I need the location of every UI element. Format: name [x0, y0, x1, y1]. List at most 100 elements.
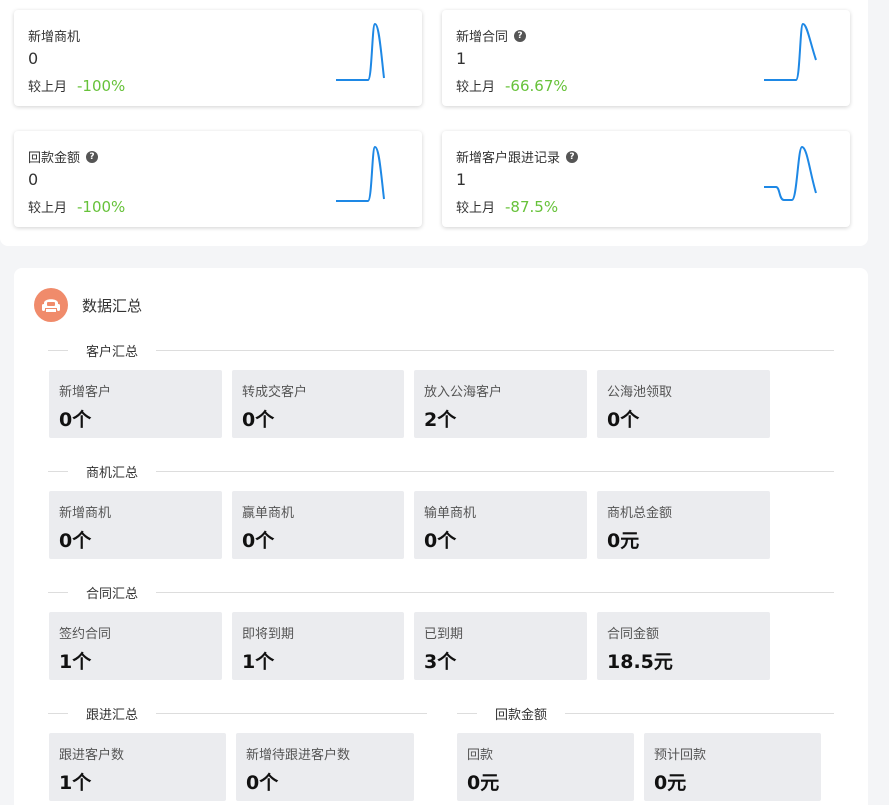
help-icon[interactable]: ? [514, 29, 527, 42]
chair-icon [42, 299, 60, 312]
stat-lost-opportunity[interactable]: 输单商机 0个 [414, 491, 587, 559]
stat-new-pending-followup[interactable]: 新增待跟进客户数 0个 [236, 733, 414, 801]
stat-value: 0个 [607, 409, 640, 431]
stat-label: 新增商机 [59, 506, 112, 521]
kpi-change: -100% [77, 198, 126, 216]
section-divider-followup: 跟进汇总 [48, 703, 427, 723]
kpi-value: 0 [28, 49, 39, 68]
stat-label: 新增待跟进客户数 [246, 748, 351, 763]
stat-expired[interactable]: 已到期 3个 [414, 612, 587, 680]
section-label: 客户汇总 [86, 344, 139, 360]
sparkline-chart [336, 22, 385, 81]
kpi-change: -87.5% [505, 198, 559, 216]
stat-label: 公海池领取 [607, 385, 673, 400]
stat-label: 商机总金额 [607, 506, 673, 521]
stat-label: 签约合同 [59, 627, 112, 642]
section-divider-opportunity: 商机汇总 [48, 461, 834, 481]
section-label: 跟进汇总 [86, 707, 139, 723]
kpi-value: 0 [28, 170, 39, 189]
kpi-card-new-followup-records[interactable]: 新增客户跟进记录 ? 1 较上月 -87.5% [442, 131, 850, 227]
stat-value: 3个 [424, 651, 457, 673]
kpi-compare: 较上月 -66.67% [456, 76, 568, 95]
stat-value: 1个 [59, 651, 92, 673]
stat-label: 预计回款 [654, 748, 707, 763]
kpi-compare-label: 较上月 [456, 80, 496, 95]
kpi-card-new-contract[interactable]: 新增合同 ? 1 较上月 -66.67% [442, 10, 850, 106]
stat-public-pool-customer[interactable]: 放入公海客户 2个 [414, 370, 587, 438]
stat-label: 跟进客户数 [59, 748, 125, 763]
kpi-card-payment-amount[interactable]: 回款金额 ? 0 较上月 -100% [14, 131, 422, 227]
section-label: 商机汇总 [86, 465, 139, 481]
kpi-value: 1 [456, 49, 467, 68]
stat-value: 0个 [242, 530, 275, 552]
sparkline-chart [764, 22, 817, 81]
stat-value: 0元 [467, 772, 500, 794]
stat-expiring-soon[interactable]: 即将到期 1个 [232, 612, 404, 680]
help-icon[interactable]: ? [566, 150, 579, 163]
stat-label: 放入公海客户 [424, 385, 503, 400]
kpi-title-text: 新增合同 [456, 30, 509, 45]
stat-contract-amount[interactable]: 合同金额 18.5元 [597, 612, 770, 680]
kpi-title-text: 回款金额 [28, 151, 81, 166]
stat-label: 新增客户 [59, 385, 112, 400]
kpi-title: 新增客户跟进记录 ? [456, 147, 579, 166]
sparkline-line [336, 145, 385, 202]
section-divider-contract: 合同汇总 [48, 582, 834, 602]
stat-value: 0元 [607, 530, 640, 552]
stat-value: 0元 [654, 772, 687, 794]
stat-label: 已到期 [424, 627, 464, 642]
stat-new-customer[interactable]: 新增客户 0个 [49, 370, 222, 438]
kpi-title-text: 新增客户跟进记录 [456, 151, 561, 166]
kpi-title: 新增商机 [28, 26, 80, 45]
stat-value: 18.5元 [607, 651, 673, 673]
kpi-compare-label: 较上月 [28, 201, 68, 216]
summary-header: 数据汇总 [34, 288, 142, 322]
kpi-compare: 较上月 -100% [28, 197, 125, 216]
kpi-change: -66.67% [505, 77, 568, 95]
help-icon[interactable]: ? [86, 150, 99, 163]
kpi-change: -100% [77, 77, 126, 95]
stat-followup-customers[interactable]: 跟进客户数 1个 [49, 733, 226, 801]
stat-value: 1个 [242, 651, 275, 673]
kpi-panel: 新增商机 0 较上月 -100% 新增合同 ? 1 较上月 -66.67% 回款… [0, 0, 868, 246]
sparkline-line [336, 22, 385, 81]
kpi-compare-label: 较上月 [456, 201, 496, 216]
stat-payment[interactable]: 回款 0元 [457, 733, 634, 801]
stat-opportunity-total-amount[interactable]: 商机总金额 0元 [597, 491, 770, 559]
stat-label: 合同金额 [607, 627, 660, 642]
sparkline-line [764, 22, 817, 81]
section-divider-payment: 回款金额 [457, 703, 834, 723]
stat-value: 2个 [424, 409, 457, 431]
kpi-title: 新增合同 ? [456, 26, 527, 45]
data-summary-panel: 数据汇总 客户汇总 新增客户 0个 转成交客户 0个 放入公海客户 2个 公海池… [14, 268, 868, 805]
kpi-card-new-opportunity[interactable]: 新增商机 0 较上月 -100% [14, 10, 422, 106]
kpi-value: 1 [456, 170, 467, 189]
section-divider-customer: 客户汇总 [48, 340, 834, 360]
stat-value: 0个 [242, 409, 275, 431]
sparkline-chart [764, 145, 817, 201]
stat-value: 0个 [246, 772, 279, 794]
kpi-title-text: 新增商机 [28, 30, 81, 45]
stat-label: 即将到期 [242, 627, 295, 642]
stat-new-opportunity[interactable]: 新增商机 0个 [49, 491, 222, 559]
kpi-title: 回款金额 ? [28, 147, 99, 166]
stat-converted-customer[interactable]: 转成交客户 0个 [232, 370, 404, 438]
stat-value: 0个 [59, 409, 92, 431]
sparkline-chart [336, 145, 385, 202]
kpi-compare: 较上月 -87.5% [456, 197, 558, 216]
summary-logo-icon [34, 288, 68, 322]
stat-public-pool-claim[interactable]: 公海池领取 0个 [597, 370, 770, 438]
summary-title: 数据汇总 [82, 296, 143, 315]
stat-label: 赢单商机 [242, 506, 295, 521]
sparkline-line [764, 145, 817, 201]
stat-label: 回款 [467, 748, 494, 763]
stat-value: 0个 [424, 530, 457, 552]
stat-expected-payment[interactable]: 预计回款 0元 [644, 733, 821, 801]
section-label: 合同汇总 [86, 586, 139, 602]
stat-label: 输单商机 [424, 506, 477, 521]
kpi-compare: 较上月 -100% [28, 76, 125, 95]
stat-value: 0个 [59, 530, 92, 552]
stat-won-opportunity[interactable]: 赢单商机 0个 [232, 491, 404, 559]
stat-signed-contract[interactable]: 签约合同 1个 [49, 612, 222, 680]
stat-label: 转成交客户 [242, 385, 308, 400]
